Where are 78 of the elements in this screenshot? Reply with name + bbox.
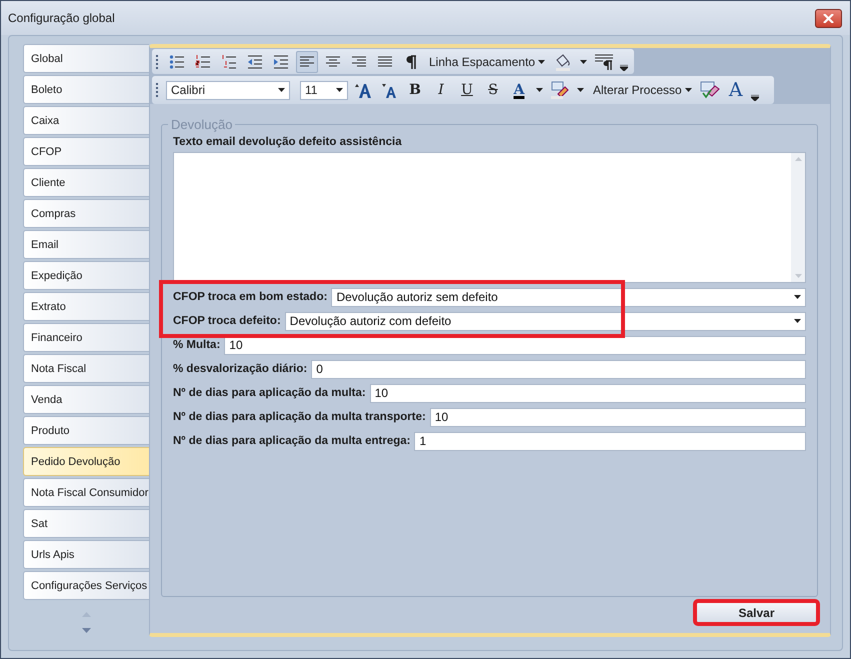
sidebar-tab[interactable]: Financeiro [23,323,149,352]
shrink-font-icon [381,81,397,99]
sidebar-tab[interactable]: Boleto [23,75,149,104]
italic-button[interactable]: I [430,79,452,101]
close-icon [823,14,834,22]
pilcrow-icon [405,54,417,70]
field-label: % desvalorização diário: [173,363,308,375]
sidebar-tab[interactable]: Urls Apis [23,540,149,569]
window-title: Configuração global [8,11,115,25]
sidebar-tab[interactable]: Nota Fiscal [23,354,149,383]
sidebar-tab[interactable]: Configurações Serviços [23,571,149,600]
sidebar-tab[interactable]: Expedição [23,261,149,290]
input-field[interactable]: 0 [311,360,806,378]
grow-font-icon [354,81,372,99]
group-title: Devolução [168,117,236,132]
save-button[interactable]: Salvar [695,601,818,624]
paint-bucket-icon [554,52,572,70]
field-label: Nº de dias para aplicação da multa entrega: [173,435,410,447]
bold-button[interactable]: B [404,79,426,101]
decrease-indent-icon [247,54,263,70]
font-color-button[interactable]: A [508,79,530,101]
spell-button[interactable] [698,79,721,101]
caret-icon [336,88,343,92]
spell-check-icon [700,81,720,99]
input-field[interactable]: 1 [414,432,806,450]
numbered-list-icon [195,54,211,70]
sidebar-tab[interactable]: Venda [23,385,149,414]
overflow-icon[interactable] [619,65,628,71]
align-center-icon [325,54,341,70]
font-size-select[interactable]: 11 [300,80,348,100]
sidebar-tab[interactable]: Extrato [23,292,149,321]
bullet-list-icon [169,54,185,70]
strikethrough-button[interactable]: S [482,79,504,101]
sidebar-tab[interactable]: Pedido Devolução [23,447,149,476]
paragraph-settings-icon [594,52,614,70]
menu-button[interactable]: Alterar Processo [590,83,695,97]
sidebar-tab[interactable]: Nota Fiscal Consumidor [23,478,149,507]
caret-icon [794,295,801,299]
caret-icon [538,60,546,64]
sidebar-tab[interactable]: CFOP [23,137,149,166]
field-label: Nº de dias para aplicação da multa: [173,387,366,399]
justify-icon [377,54,393,70]
underline-button[interactable]: U [456,79,478,101]
caret-icon [684,88,692,92]
font-family-select[interactable]: Calibri [166,80,290,100]
sidebar-tab[interactable]: Compras [23,199,149,228]
text-style-button[interactable]: A [724,79,747,101]
sidebar-tab[interactable]: Sat [23,509,149,538]
field-label: Texto email devolução defeito assistência [173,136,403,148]
highlight-button[interactable] [549,79,571,101]
caret-icon [580,60,588,64]
left-button[interactable] [296,50,318,72]
dropdown-field[interactable]: Devolução autoriz sem defeito [331,288,806,306]
caret-icon [577,88,584,92]
align-left-icon [299,54,315,70]
field-label: CFOP troca em bom estado: [173,291,328,303]
close-button[interactable] [815,8,842,28]
dropdown-field[interactable]: Devolução autoriz com defeito [284,312,806,330]
field-label: % Multa: [173,339,220,351]
multilevel-list-icon [221,54,237,70]
sidebar-tab[interactable]: Email [23,230,149,259]
caret-icon [536,88,543,92]
caret-icon [278,88,285,92]
scroll-bar[interactable] [791,153,805,282]
overflow-icon[interactable] [750,95,760,101]
sidebar-tab[interactable]: Global [23,44,149,73]
caret-icon [794,319,801,323]
input-field[interactable]: 10 [370,384,806,402]
highlighter-icon [550,81,570,99]
input-field[interactable]: 10 [430,408,806,426]
menu-button[interactable]: Linha Espacamento [426,54,548,68]
sidebar-tab[interactable]: Caixa [23,106,149,135]
sidebar-tab[interactable]: Produto [23,416,149,445]
sidebar-tab[interactable]: Cliente [23,168,149,197]
align-right-icon [351,54,367,70]
field-label: Nº de dias para aplicação da multa transporte: [173,411,426,423]
field-label: CFOP troca defeito: [173,315,281,327]
increase-indent-icon [273,54,289,70]
